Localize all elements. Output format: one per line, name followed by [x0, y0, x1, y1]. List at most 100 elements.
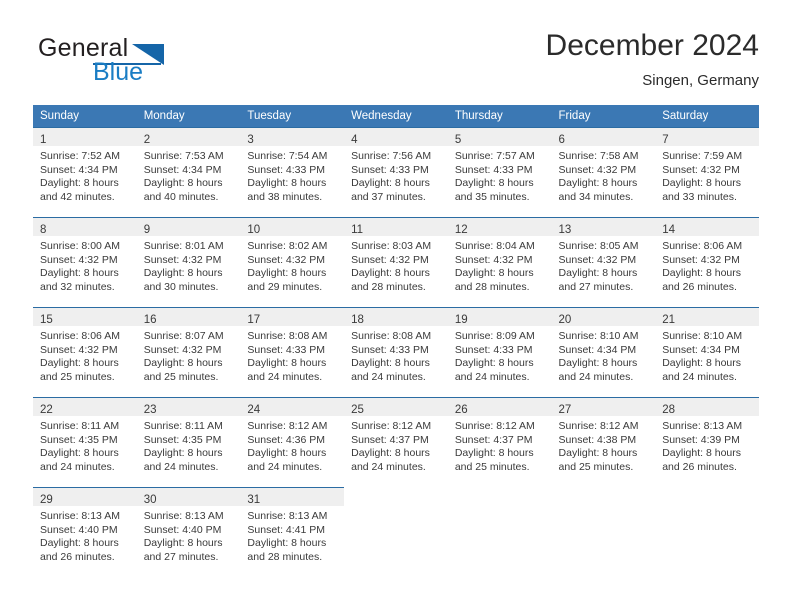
calendar-week-row: 15 Sunrise: 8:06 AM Sunset: 4:32 PM Dayligh…: [33, 307, 759, 397]
day-cell-content: 27 Sunrise: 8:12 AM Sunset: 4:38 PM Dayligh…: [551, 397, 656, 487]
sunset-text: Sunset: 4:32 PM: [454, 253, 533, 266]
sunrise-text: Sunrise: 8:12 AM: [247, 420, 328, 432]
daylight-text-line1: Daylight: 8 hours: [40, 537, 119, 550]
sunrise-text: Sunrise: 8:12 AM: [351, 420, 432, 432]
calendar-day-cell[interactable]: 27 Sunrise: 8:12 AM Sunset: 4:38 PM Dayligh…: [551, 397, 656, 487]
daylight-text-line1: Daylight: 8 hours: [662, 357, 742, 370]
calendar-day-cell[interactable]: 6 Sunrise: 7:58 AM Sunset: 4:32 PM Daylight…: [551, 127, 656, 217]
day-cell-content: 19 Sunrise: 8:09 AM Sunset: 4:33 PM Dayligh…: [447, 307, 552, 397]
calendar-day-cell[interactable]: 10 Sunrise: 8:02 AM Sunset: 4:32 PM Dayligh…: [240, 217, 345, 307]
calendar-day-cell[interactable]: 11 Sunrise: 8:03 AM Sunset: 4:32 PM Dayligh…: [344, 217, 448, 307]
calendar-day-cell[interactable]: 20 Sunrise: 8:10 AM Sunset: 4:34 PM Dayligh…: [551, 307, 656, 397]
calendar-week-row: 8 Sunrise: 8:00 AM Sunset: 4:32 PM Daylight…: [33, 217, 759, 307]
calendar-day-cell[interactable]: 7 Sunrise: 7:59 AM Sunset: 4:32 PM Daylight…: [655, 127, 759, 217]
day-cell-content: [448, 487, 552, 577]
day-number-bar: [655, 487, 759, 506]
sunrise-text: Sunrise: 7:54 AM: [247, 150, 328, 162]
calendar-day-cell[interactable]: 31 Sunrise: 8:13 AM Sunset: 4:41 PM Dayligh…: [240, 487, 345, 577]
day-number: 9: [143, 224, 151, 236]
daylight-text-line1: Daylight: 8 hours: [351, 447, 430, 460]
calendar-day-cell[interactable]: 1 Sunrise: 7:52 AM Sunset: 4:34 PM Daylight…: [33, 127, 137, 217]
day-cell-content: 7 Sunrise: 7:59 AM Sunset: 4:32 PM Daylight…: [655, 127, 759, 217]
day-number-bar: [448, 487, 552, 506]
day-number: 12: [454, 224, 468, 236]
sunrise-text: Sunrise: 8:04 AM: [454, 240, 535, 252]
sunset-text: Sunset: 4:33 PM: [351, 343, 429, 356]
calendar-day-cell[interactable]: 24 Sunrise: 8:12 AM Sunset: 4:36 PM Dayligh…: [240, 397, 345, 487]
day-number-bar: 8: [33, 217, 137, 236]
day-number-bar: 22: [33, 397, 137, 416]
sun-info: Sunrise: 8:03 AM Sunset: 4:32 PM Daylight:…: [344, 236, 448, 295]
calendar-day-cell[interactable]: 19 Sunrise: 8:09 AM Sunset: 4:33 PM Dayligh…: [447, 307, 552, 397]
sunrise-text: Sunrise: 8:12 AM: [558, 420, 639, 432]
calendar-empty-cell: [344, 487, 448, 577]
sun-info: Sunrise: 8:05 AM Sunset: 4:32 PM Daylight:…: [552, 236, 656, 295]
daylight-text-line1: Daylight: 8 hours: [558, 267, 638, 280]
page-title: December 2024: [545, 29, 759, 62]
sunset-text: Sunset: 4:33 PM: [247, 343, 326, 356]
day-cell-content: [655, 487, 759, 577]
day-cell-content: 22 Sunrise: 8:11 AM Sunset: 4:35 PM Dayligh…: [33, 397, 137, 487]
calendar-day-cell[interactable]: 8 Sunrise: 8:00 AM Sunset: 4:32 PM Daylight…: [33, 217, 137, 307]
calendar-day-cell[interactable]: 3 Sunrise: 7:54 AM Sunset: 4:33 PM Daylight…: [240, 127, 345, 217]
day-number-bar: 28: [655, 397, 759, 416]
calendar-day-cell[interactable]: 25 Sunrise: 8:12 AM Sunset: 4:37 PM Dayligh…: [344, 397, 448, 487]
calendar-empty-cell: [655, 487, 759, 577]
calendar-day-cell[interactable]: 13 Sunrise: 8:05 AM Sunset: 4:32 PM Dayligh…: [551, 217, 656, 307]
calendar-day-cell[interactable]: 21 Sunrise: 8:10 AM Sunset: 4:34 PM Dayligh…: [655, 307, 759, 397]
calendar-week-row: 1 Sunrise: 7:52 AM Sunset: 4:34 PM Daylight…: [33, 127, 759, 217]
calendar-day-cell[interactable]: 2 Sunrise: 7:53 AM Sunset: 4:34 PM Daylight…: [136, 127, 241, 217]
calendar-day-cell[interactable]: 29 Sunrise: 8:13 AM Sunset: 4:40 PM Dayligh…: [33, 487, 137, 577]
day-number: 5: [454, 134, 462, 146]
daylight-text-line1: Daylight: 8 hours: [247, 447, 327, 460]
daylight-text-line1: Daylight: 8 hours: [351, 267, 430, 280]
calendar-day-cell[interactable]: 26 Sunrise: 8:12 AM Sunset: 4:37 PM Dayligh…: [447, 397, 552, 487]
brand-logo[interactable]: General Blue: [38, 34, 258, 94]
day-cell-content: [552, 487, 656, 577]
calendar-day-cell[interactable]: 14 Sunrise: 8:06 AM Sunset: 4:32 PM Dayligh…: [655, 217, 759, 307]
calendar-day-cell[interactable]: 28 Sunrise: 8:13 AM Sunset: 4:39 PM Dayligh…: [655, 397, 759, 487]
day-cell-content: 10 Sunrise: 8:02 AM Sunset: 4:32 PM Dayligh…: [240, 217, 345, 307]
sunrise-text: Sunrise: 8:03 AM: [351, 240, 432, 252]
sunrise-text: Sunrise: 7:57 AM: [454, 150, 535, 162]
day-number-bar: 4: [344, 127, 448, 146]
calendar-table: Sunday Monday Tuesday Wednesday Thursday…: [33, 105, 759, 577]
calendar-day-cell[interactable]: 17 Sunrise: 8:08 AM Sunset: 4:33 PM Dayligh…: [240, 307, 345, 397]
calendar-day-cell[interactable]: 12 Sunrise: 8:04 AM Sunset: 4:32 PM Dayligh…: [447, 217, 552, 307]
daylight-text-line1: Daylight: 8 hours: [247, 357, 327, 370]
daylight-text-line2: and 40 minutes.: [143, 191, 219, 204]
calendar-day-cell[interactable]: 15 Sunrise: 8:06 AM Sunset: 4:32 PM Dayligh…: [33, 307, 137, 397]
sun-info: Sunrise: 8:11 AM Sunset: 4:35 PM Daylight:…: [33, 416, 137, 475]
daylight-text-line1: Daylight: 8 hours: [247, 267, 327, 280]
daylight-text-line1: Daylight: 8 hours: [454, 447, 534, 460]
sunrise-text: Sunrise: 8:10 AM: [662, 330, 743, 342]
day-number: 21: [662, 314, 676, 326]
calendar-day-cell[interactable]: 5 Sunrise: 7:57 AM Sunset: 4:33 PM Daylight…: [447, 127, 552, 217]
calendar-day-cell[interactable]: 4 Sunrise: 7:56 AM Sunset: 4:33 PM Daylight…: [344, 127, 448, 217]
calendar-day-cell[interactable]: 22 Sunrise: 8:11 AM Sunset: 4:35 PM Dayligh…: [33, 397, 137, 487]
sunrise-text: Sunrise: 8:13 AM: [40, 510, 120, 522]
day-cell-content: 16 Sunrise: 8:07 AM Sunset: 4:32 PM Dayligh…: [136, 307, 241, 397]
sun-info: Sunrise: 8:00 AM Sunset: 4:32 PM Daylight:…: [33, 236, 137, 295]
day-number: 16: [143, 314, 157, 326]
day-number-bar: 24: [240, 397, 345, 416]
sun-info: Sunrise: 8:12 AM Sunset: 4:37 PM Daylight:…: [448, 416, 552, 475]
day-number-bar: 12: [447, 217, 552, 236]
calendar-header-row: Sunday Monday Tuesday Wednesday Thursday…: [33, 105, 759, 127]
calendar-day-cell[interactable]: 23 Sunrise: 8:11 AM Sunset: 4:35 PM Dayligh…: [136, 397, 241, 487]
calendar-day-cell[interactable]: 18 Sunrise: 8:08 AM Sunset: 4:33 PM Dayligh…: [344, 307, 448, 397]
daylight-text-line1: Daylight: 8 hours: [454, 177, 534, 190]
sunrise-text: Sunrise: 8:12 AM: [454, 420, 535, 432]
day-cell-content: 4 Sunrise: 7:56 AM Sunset: 4:33 PM Daylight…: [344, 127, 448, 217]
calendar-day-cell[interactable]: 16 Sunrise: 8:07 AM Sunset: 4:32 PM Dayligh…: [136, 307, 241, 397]
sunrise-text: Sunrise: 8:08 AM: [247, 330, 328, 342]
calendar-day-cell[interactable]: 30 Sunrise: 8:13 AM Sunset: 4:40 PM Dayligh…: [136, 487, 241, 577]
day-number: 27: [558, 404, 572, 416]
sun-info: Sunrise: 7:52 AM Sunset: 4:34 PM Daylight:…: [33, 146, 137, 205]
calendar-day-cell[interactable]: 9 Sunrise: 8:01 AM Sunset: 4:32 PM Daylight…: [136, 217, 241, 307]
day-number-bar: 5: [447, 127, 552, 146]
brand-name-blue: Blue: [93, 58, 144, 86]
daylight-text-line2: and 25 minutes.: [143, 371, 219, 384]
day-number: 17: [247, 314, 261, 326]
location-subtitle: Singen, Germany: [642, 72, 759, 89]
